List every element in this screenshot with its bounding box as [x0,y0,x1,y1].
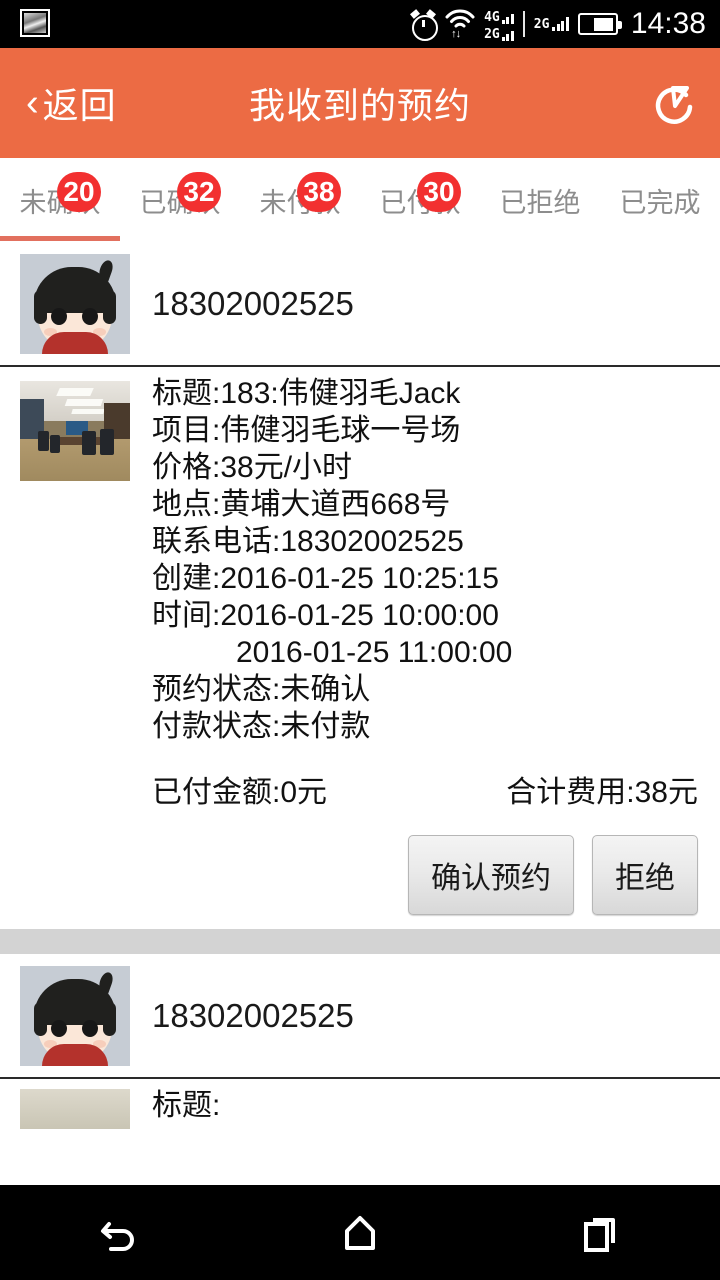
venue-thumbnail [20,381,130,481]
tab-bar: 未确认 已确认 未付款 已付款 已拒绝 已完成 20 32 38 30 [0,158,720,242]
detail-price: 价格:38元/小时 [152,451,353,484]
tab-label: 已拒绝 [499,187,581,218]
app-header: 我收到的预约 ‹ 返回 [0,48,720,158]
booking-details: 标题:183:伟健羽毛Jack 项目:伟健羽毛球一号场 价格:38元/小时 地点… [152,367,720,745]
app-screen: ↑↓ 4G 2G 2G 14:38 我收到的预约 ‹ 返回 已拒绝 已完成 20… [0,0,720,1280]
detail-time-end: 2016-01-25 11:00:00 [236,636,513,669]
status-bar: ↑↓ 4G 2G 2G 14:38 [0,0,720,48]
booking-list[interactable]: 18302002525 标题:183:伟健羽毛Jack 项目:伟健羽毛球一号场 … [0,242,720,1185]
detail-title: 标题: [152,1089,221,1122]
back-button-label: 返回 [42,85,117,126]
signal-4g-icon: 4G 2G [484,4,514,44]
booking-details: 标题: [152,1079,720,1124]
amount-row: 已付金额:0元 合计费用:38元 [152,767,698,811]
total-fee: 合计费用:38元 [506,776,698,809]
detail-created: 创建:2016-01-25 10:25:15 [152,562,499,595]
back-button[interactable]: ‹ 返回 [26,48,117,158]
data-transfer-icon: ↑↓ [451,28,461,40]
tab-badge-weiqueren: 20 [57,172,101,212]
detail-booking-status: 预约状态:未确认 [152,673,371,706]
home-icon[interactable] [305,1185,415,1280]
recent-apps-icon[interactable] [545,1185,655,1280]
chevron-left-icon: ‹ [26,82,39,124]
reject-booking-button[interactable]: 拒绝 [592,835,698,915]
back-arrow-icon[interactable] [65,1185,175,1280]
venue-thumbnail [20,1089,130,1129]
detail-payment-status: 付款状态:未付款 [152,710,371,743]
status-bar-icons: ↑↓ 4G 2G 2G 14:38 [410,0,706,48]
booking-card[interactable]: 标题:183:伟健羽毛Jack 项目:伟健羽毛球一号场 价格:38元/小时 地点… [0,367,720,929]
detail-time-start: 时间:2016-01-25 10:00:00 [152,599,499,632]
wifi-icon: ↑↓ [445,9,475,40]
tab-label: 已完成 [619,187,701,218]
detail-contact-phone: 联系电话:18302002525 [152,525,464,558]
tab-badge-yiqueren: 32 [177,172,221,212]
network-type-secondary: 2G [533,17,550,32]
contact-phone: 18302002525 [152,996,354,1034]
tab-badge-yifukuan: 30 [417,172,461,212]
contact-phone: 18302002525 [152,284,354,322]
status-bar-clock: 14:38 [630,7,706,40]
network-type-top: 4G [484,9,500,25]
refresh-icon[interactable] [646,76,702,132]
avatar [20,254,130,354]
android-nav-bar [0,1185,720,1280]
active-tab-indicator [0,236,120,241]
list-item-header[interactable]: 18302002525 [0,954,720,1077]
section-separator [0,929,720,954]
photo-icon [20,9,50,37]
avatar [20,966,130,1066]
status-divider [522,11,525,37]
action-buttons: 确认预约 拒绝 [0,835,698,915]
alarm-icon [410,9,439,41]
confirm-booking-button[interactable]: 确认预约 [408,835,574,915]
paid-amount: 已付金额:0元 [152,776,328,809]
signal-2g-icon: 2G [534,17,569,31]
tab-yijujue[interactable]: 已拒绝 [480,158,600,242]
booking-card[interactable]: 标题: [0,1079,720,1139]
tab-yiwancheng[interactable]: 已完成 [600,158,720,242]
detail-location: 地点:黄埔大道西668号 [152,488,451,521]
list-item-header[interactable]: 18302002525 [0,242,720,365]
detail-title: 标题:183:伟健羽毛Jack [152,377,461,410]
detail-project: 项目:伟健羽毛球一号场 [152,414,461,447]
battery-icon [577,13,622,35]
tab-badge-weifukuan: 38 [297,172,341,212]
network-type-bottom: 2G [484,26,500,42]
